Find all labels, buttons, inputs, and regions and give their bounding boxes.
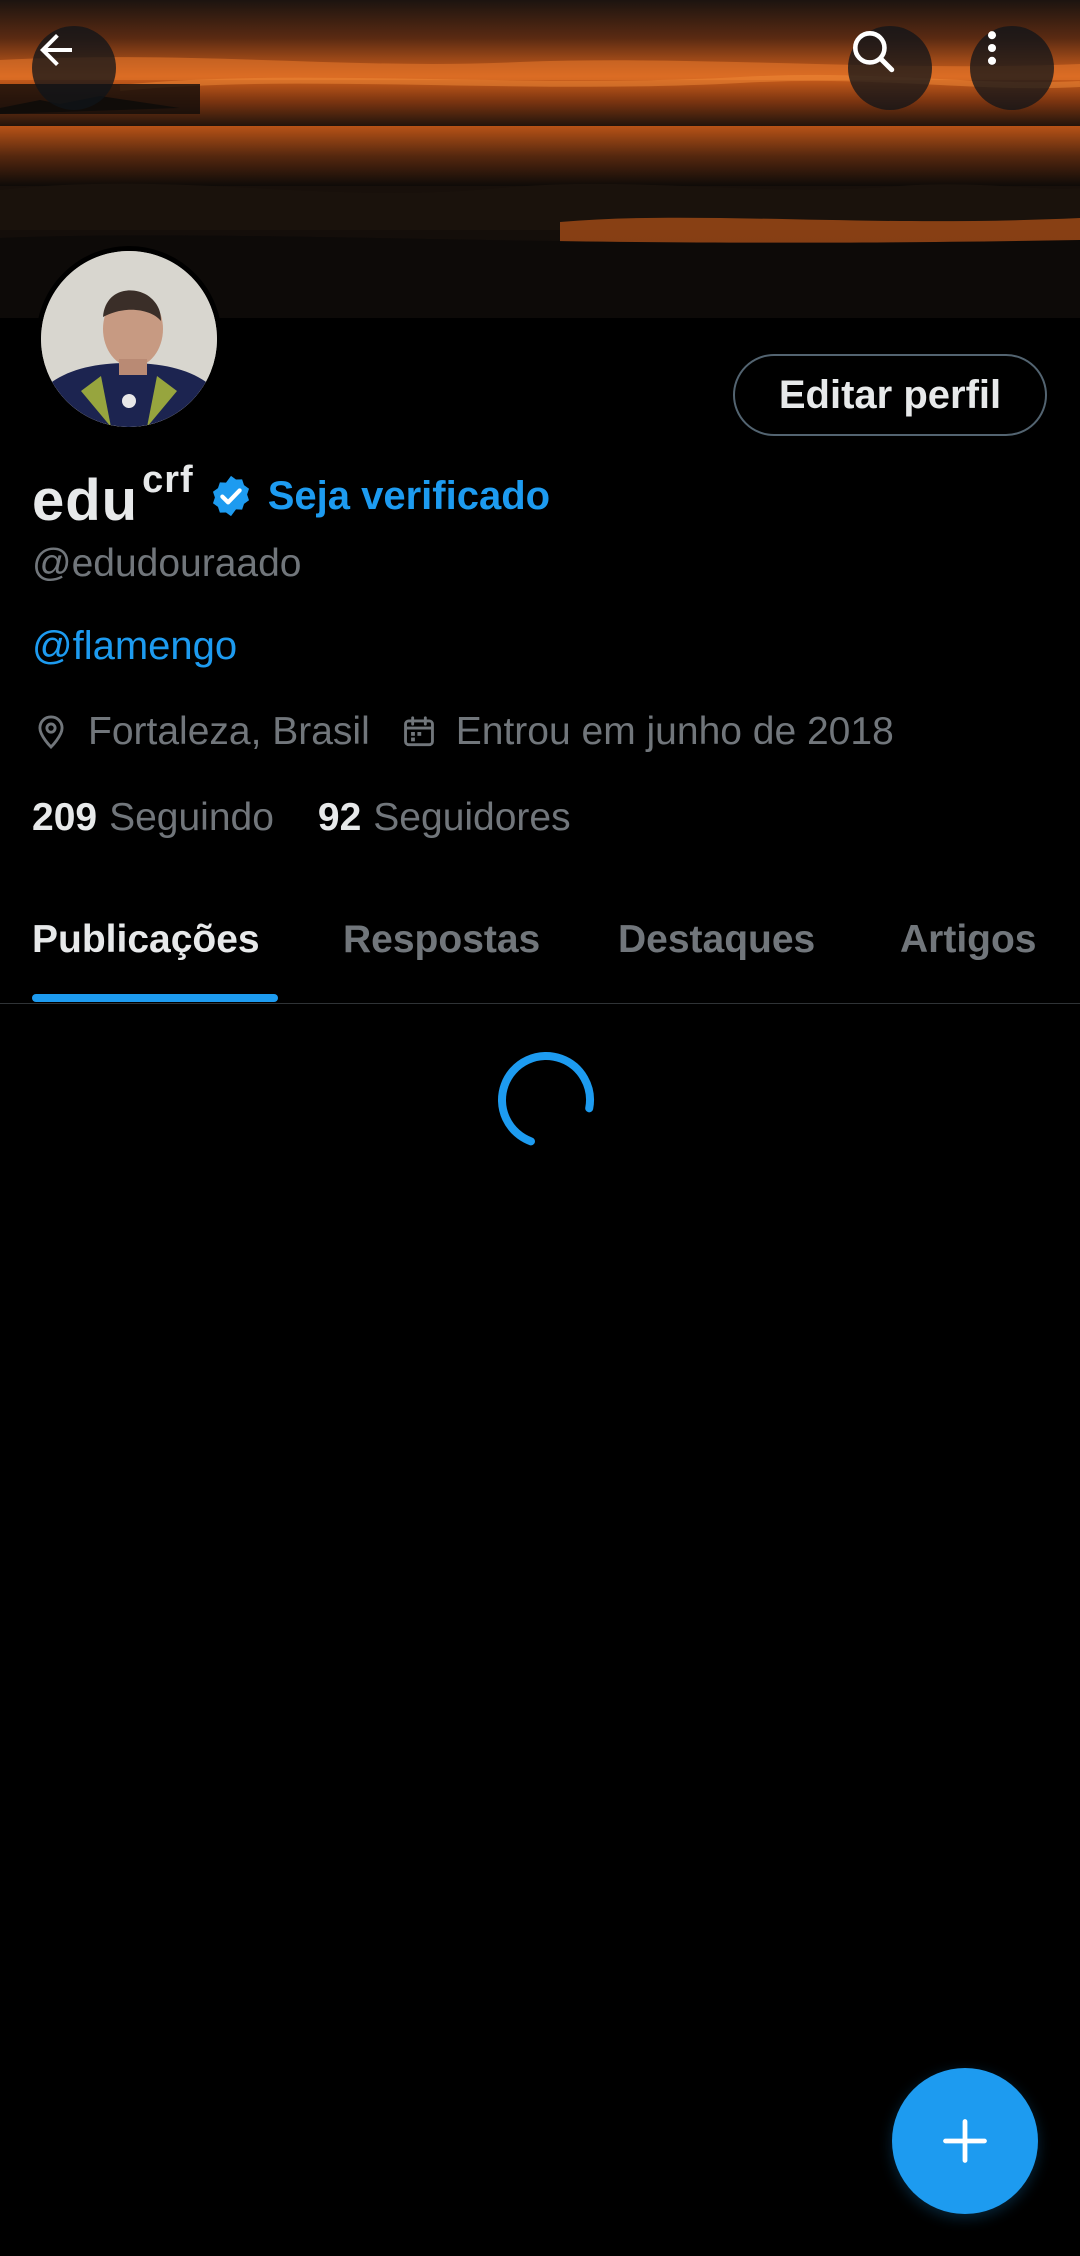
- avatar[interactable]: [36, 246, 222, 432]
- calendar-icon: [403, 716, 434, 747]
- follow-stats: 209 Seguindo 92 Seguidores: [32, 796, 571, 840]
- following-link[interactable]: 209 Seguindo: [32, 796, 274, 840]
- display-name-superscript: crf: [142, 458, 194, 501]
- name-row: edu crf Seja verificado: [32, 456, 550, 536]
- display-name: edu crf: [32, 459, 194, 534]
- edit-profile-button[interactable]: Editar perfil: [733, 354, 1047, 436]
- username-handle: @edudouraado: [32, 542, 302, 585]
- arrow-left-icon: [40, 34, 72, 66]
- location-pin-icon: [38, 715, 64, 750]
- more-vertical-icon: [987, 31, 997, 65]
- active-tab-indicator: [32, 994, 278, 1002]
- search-icon: [853, 31, 895, 73]
- loading-spinner-icon: [498, 1052, 594, 1148]
- location-text: Fortaleza, Brasil: [88, 710, 370, 753]
- profile-tabs: Publicações Respostas Destaques Artigos: [0, 900, 1080, 1004]
- profile-meta: Fortaleza, Brasil Entrou em junho de 201…: [32, 710, 894, 754]
- join-date: Entrou em junho de 2018: [400, 710, 894, 754]
- followers-label: Seguidores: [373, 796, 571, 839]
- more-button[interactable]: [970, 26, 1054, 110]
- verified-badge-icon: [208, 473, 254, 519]
- compose-post-button[interactable]: [892, 2068, 1038, 2214]
- display-name-text: edu: [32, 467, 139, 533]
- following-label: Seguindo: [109, 796, 274, 839]
- followers-count: 92: [317, 796, 362, 839]
- following-count: 209: [32, 796, 98, 839]
- search-button[interactable]: [848, 26, 932, 110]
- tab-articles[interactable]: Artigos: [900, 918, 1037, 962]
- tab-highlights[interactable]: Destaques: [618, 918, 815, 962]
- tab-replies[interactable]: Respostas: [343, 918, 540, 962]
- plus-icon: [943, 2119, 987, 2163]
- get-verified-link[interactable]: Seja verificado: [268, 474, 550, 519]
- profile-screen: Editar perfil edu crf Seja verificado @ed…: [0, 0, 1080, 2256]
- bio-mention-link[interactable]: @flamengo: [32, 624, 237, 669]
- join-date-text: Entrou em junho de 2018: [455, 710, 894, 753]
- avatar-image: [41, 251, 217, 427]
- followers-link[interactable]: 92 Seguidores: [318, 796, 571, 840]
- location: Fortaleza, Brasil: [32, 710, 370, 754]
- tab-posts[interactable]: Publicações: [32, 918, 260, 962]
- back-button[interactable]: [32, 26, 116, 110]
